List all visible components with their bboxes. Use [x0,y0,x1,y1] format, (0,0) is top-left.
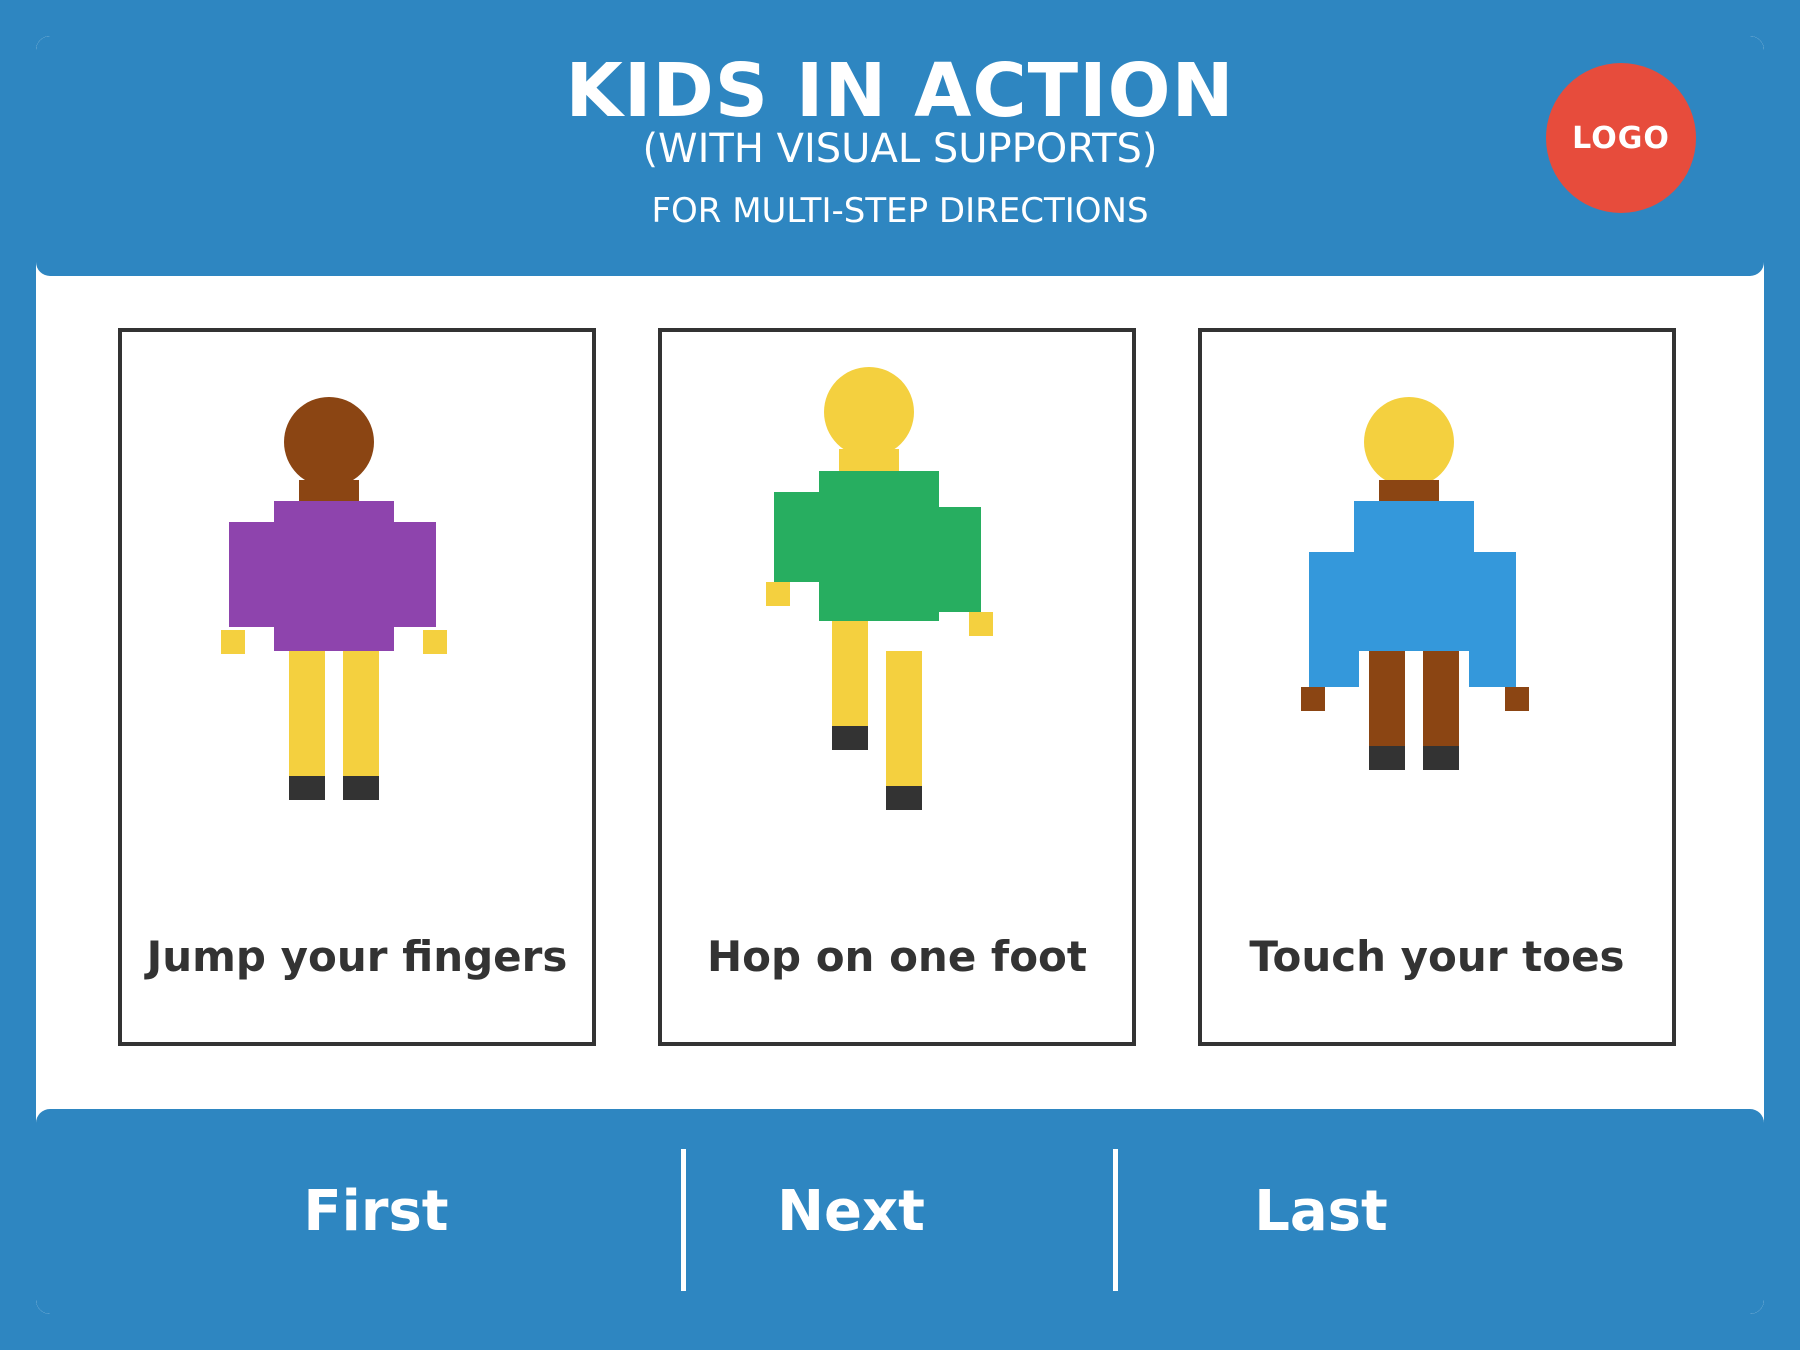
navigation-bar: First Next Last [36,1109,1764,1314]
page-title: KIDS IN ACTION [565,48,1235,134]
card-label: Hop on one foot [707,932,1087,981]
header-banner: KIDS IN ACTION (WITH VISUAL SUPPORTS) FO… [36,36,1764,276]
activity-card-jump-fingers[interactable]: Jump your fingers [118,328,596,1046]
last-button[interactable]: Last [1156,1109,1486,1314]
kid-figure-hop-icon [766,367,993,810]
activity-card-touch-toes[interactable]: Touch your toes [1198,328,1676,1046]
page-subtitle: (WITH VISUAL SUPPORTS) [642,126,1158,172]
card-label: Touch your toes [1249,932,1625,981]
next-button[interactable]: Next [686,1109,1016,1314]
activity-card-hop-foot[interactable]: Hop on one foot [658,328,1136,1046]
nav-divider [1113,1149,1118,1291]
activity-panel: KIDS IN ACTION (WITH VISUAL SUPPORTS) FO… [36,36,1764,1314]
logo-badge: LOGO [1546,63,1696,213]
kid-figure-jump-icon [221,397,447,800]
page-tagline: FOR MULTI-STEP DIRECTIONS [651,191,1149,231]
card-label: Jump your fingers [146,932,568,981]
first-button[interactable]: First [216,1109,536,1314]
kid-figure-touch-toes-icon [1301,397,1529,770]
